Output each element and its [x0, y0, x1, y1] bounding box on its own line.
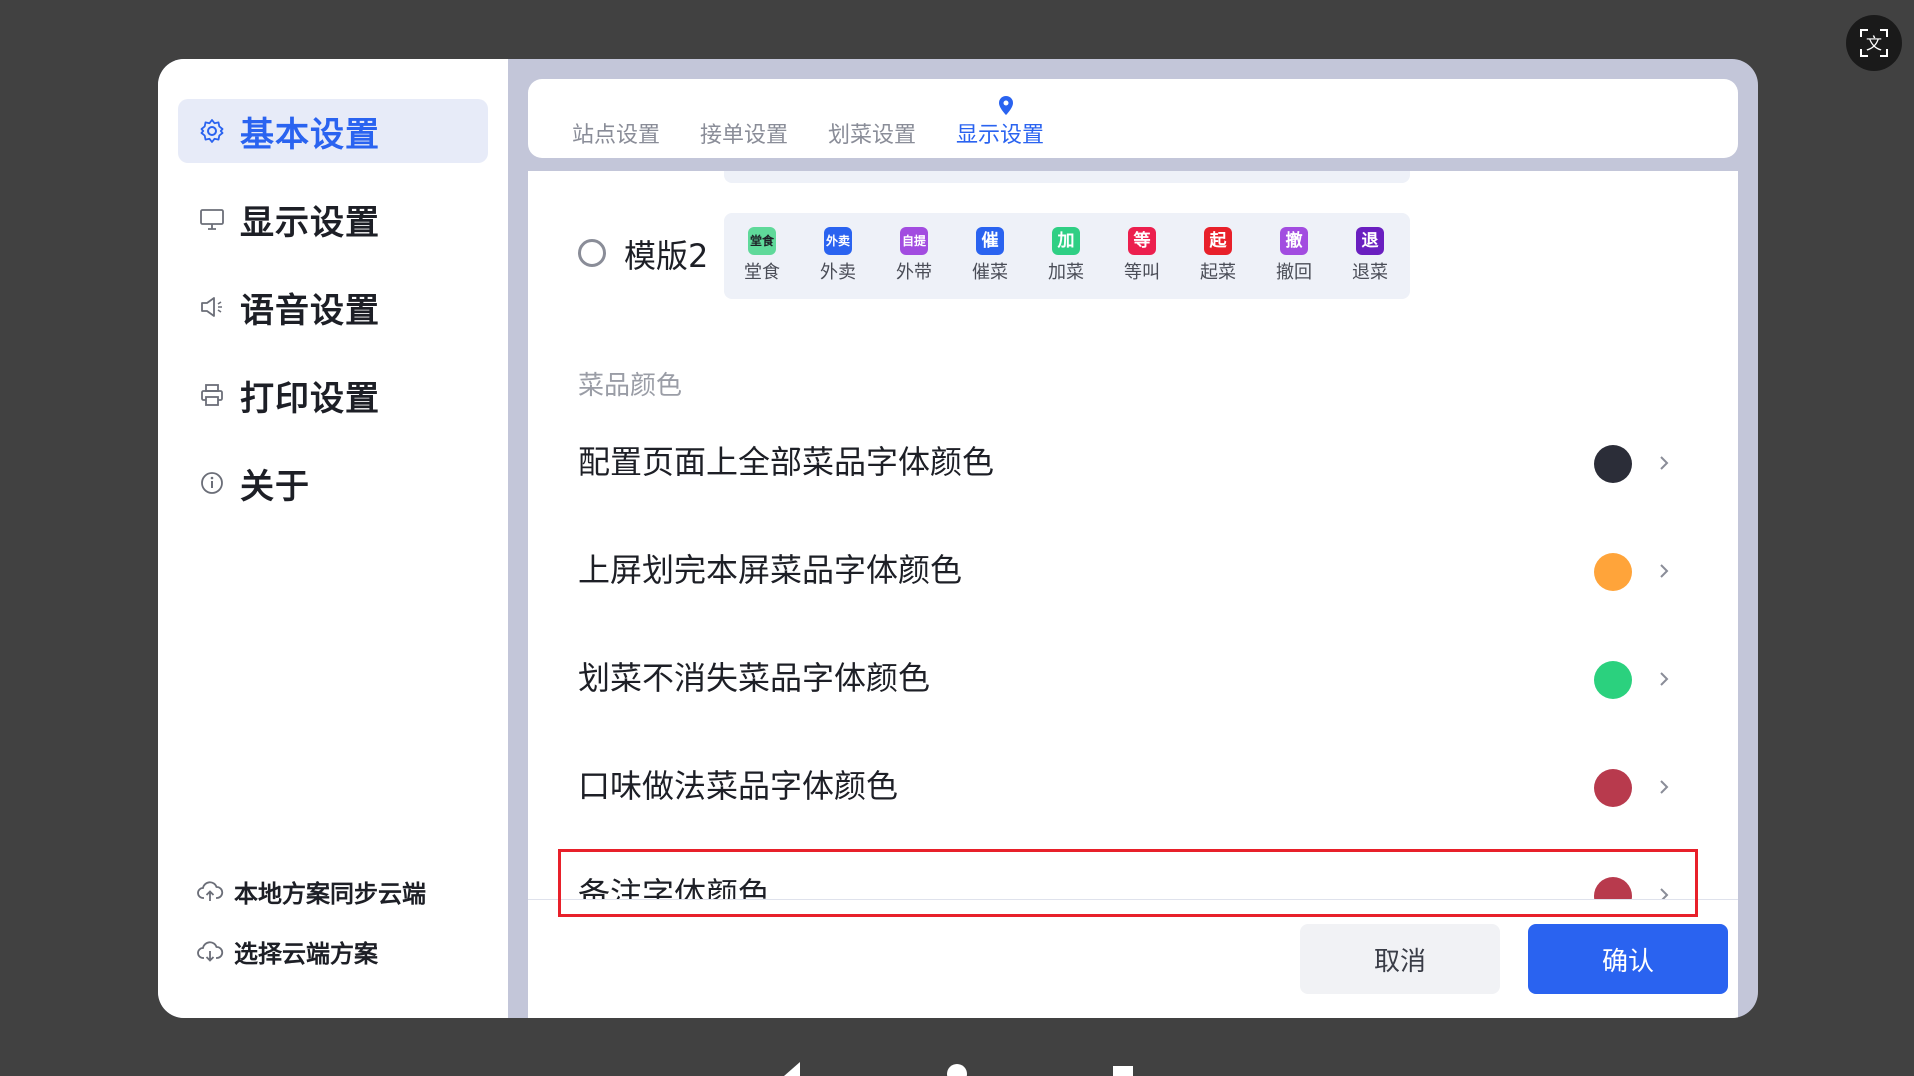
row-label: 划菜不消失菜品字体颜色 — [578, 659, 931, 697]
tag-label: 外卖 — [820, 262, 856, 283]
chevron-right-icon — [1660, 456, 1669, 470]
sidebar-item-basic-settings[interactable]: 基本设置 — [178, 99, 488, 163]
sidebar-item-display-settings[interactable]: 显示设置 — [178, 187, 488, 251]
tag-label: 等叫 — [1124, 262, 1160, 283]
tag-withdraw: 撤 撤回 — [1264, 227, 1324, 284]
takeout-badge-icon: 外卖 — [824, 227, 852, 255]
template2-radio[interactable] — [578, 239, 606, 267]
highlight-annotation-box — [558, 849, 1698, 917]
tag-label: 堂食 — [744, 262, 780, 283]
color-row-flavor-method[interactable]: 口味做法菜品字体颜色 — [528, 733, 1738, 841]
speaker-icon — [198, 293, 226, 321]
tab-order-settings[interactable]: 接单设置 — [700, 117, 788, 149]
sidebar-item-label: 打印设置 — [240, 378, 380, 419]
rush-badge-icon: 催 — [976, 227, 1004, 255]
tag-start-dish: 起 起菜 — [1188, 227, 1248, 284]
sidebar-item-label: 关于 — [240, 466, 310, 507]
color-swatch — [1594, 445, 1632, 483]
tab-bar: 站点设置 接单设置 划菜设置 显示设置 — [528, 79, 1738, 158]
tag-label: 外带 — [896, 262, 932, 283]
sync-to-cloud-label: 本地方案同步云端 — [234, 879, 426, 908]
tab-dish-marking-settings[interactable]: 划菜设置 — [828, 117, 916, 149]
back-nav-icon[interactable] — [776, 1062, 806, 1076]
cloud-download-icon — [196, 937, 224, 965]
tag-add-dish: 加 加菜 — [1036, 227, 1096, 284]
select-cloud-plan-label: 选择云端方案 — [234, 939, 378, 968]
chevron-right-icon — [1660, 672, 1669, 686]
color-row-finished-screen[interactable]: 上屏划完本屏菜品字体颜色 — [528, 517, 1738, 625]
tag-carry-out: 自提 外带 — [884, 227, 944, 284]
sidebar-item-voice-settings[interactable]: 语音设置 — [178, 275, 488, 339]
color-row-all-dishes[interactable]: 配置页面上全部菜品字体颜色 — [528, 409, 1738, 517]
tag-return-dish: 退 退菜 — [1340, 227, 1400, 284]
sidebar-item-print-settings[interactable]: 打印设置 — [178, 363, 488, 427]
row-label: 配置页面上全部菜品字体颜色 — [578, 443, 995, 481]
row-label: 口味做法菜品字体颜色 — [578, 767, 899, 805]
tag-label: 撤回 — [1276, 262, 1312, 283]
tag-wait-call: 等 等叫 — [1112, 227, 1172, 284]
monitor-icon — [198, 205, 226, 233]
tag-label: 催菜 — [972, 262, 1008, 283]
sidebar-item-label: 显示设置 — [240, 202, 380, 243]
gear-icon — [198, 117, 226, 145]
confirm-button[interactable]: 确认 — [1528, 924, 1728, 994]
pickup-badge-icon: 自提 — [900, 227, 928, 255]
tag-label: 起菜 — [1200, 262, 1236, 283]
location-pin-icon — [999, 96, 1013, 115]
info-icon — [198, 469, 226, 497]
tag-takeout: 外卖 外卖 — [808, 227, 868, 284]
sidebar: 基本设置 显示设置 语音设置 打印设置 关于 本地方案同步云端 选择云端方案 — [158, 59, 508, 1018]
svg-text:文: 文 — [1866, 34, 1882, 53]
settings-content: 模版2 堂食 堂食 外卖 外卖 自提 外带 催 催菜 加 加菜 等 等叫 起 起… — [528, 171, 1738, 899]
add-badge-icon: 加 — [1052, 227, 1080, 255]
sidebar-item-label: 基本设置 — [240, 114, 380, 155]
template2-preview-box: 堂食 堂食 外卖 外卖 自提 外带 催 催菜 加 加菜 等 等叫 起 起菜 撤 … — [724, 213, 1410, 299]
tag-label: 退菜 — [1352, 262, 1388, 283]
tab-display-settings[interactable]: 显示设置 — [956, 117, 1044, 149]
sync-to-cloud-button[interactable]: 本地方案同步云端 — [196, 871, 426, 911]
sidebar-item-about[interactable]: 关于 — [178, 451, 488, 515]
section-title-dish-color: 菜品颜色 — [578, 371, 683, 401]
tag-dine-in: 堂食 堂食 — [732, 227, 792, 284]
tag-rush: 催 催菜 — [960, 227, 1020, 284]
translate-button[interactable]: 文 — [1846, 15, 1902, 71]
chevron-right-icon — [1660, 564, 1669, 578]
color-row-marked-not-hidden[interactable]: 划菜不消失菜品字体颜色 — [528, 625, 1738, 733]
template2-label: 模版2 — [624, 237, 709, 275]
home-nav-icon[interactable] — [946, 1062, 968, 1076]
start-badge-icon: 起 — [1204, 227, 1232, 255]
translate-icon: 文 — [1860, 29, 1888, 57]
tab-site-settings[interactable]: 站点设置 — [572, 117, 660, 149]
color-swatch — [1594, 553, 1632, 591]
template1-preview-box — [724, 171, 1410, 183]
return-badge-icon: 退 — [1356, 227, 1384, 255]
sidebar-item-label: 语音设置 — [240, 290, 380, 331]
tag-label: 加菜 — [1048, 262, 1084, 283]
select-cloud-plan-button[interactable]: 选择云端方案 — [196, 931, 378, 971]
wait-badge-icon: 等 — [1128, 227, 1156, 255]
withdraw-badge-icon: 撤 — [1280, 227, 1308, 255]
color-swatch — [1594, 661, 1632, 699]
recents-nav-icon[interactable] — [1112, 1062, 1134, 1076]
chevron-right-icon — [1660, 780, 1669, 794]
cancel-button[interactable]: 取消 — [1300, 924, 1500, 994]
dine-in-badge-icon: 堂食 — [748, 227, 776, 255]
cloud-upload-icon — [196, 877, 224, 905]
color-swatch — [1594, 769, 1632, 807]
row-label: 上屏划完本屏菜品字体颜色 — [578, 551, 963, 589]
printer-icon — [198, 381, 226, 409]
